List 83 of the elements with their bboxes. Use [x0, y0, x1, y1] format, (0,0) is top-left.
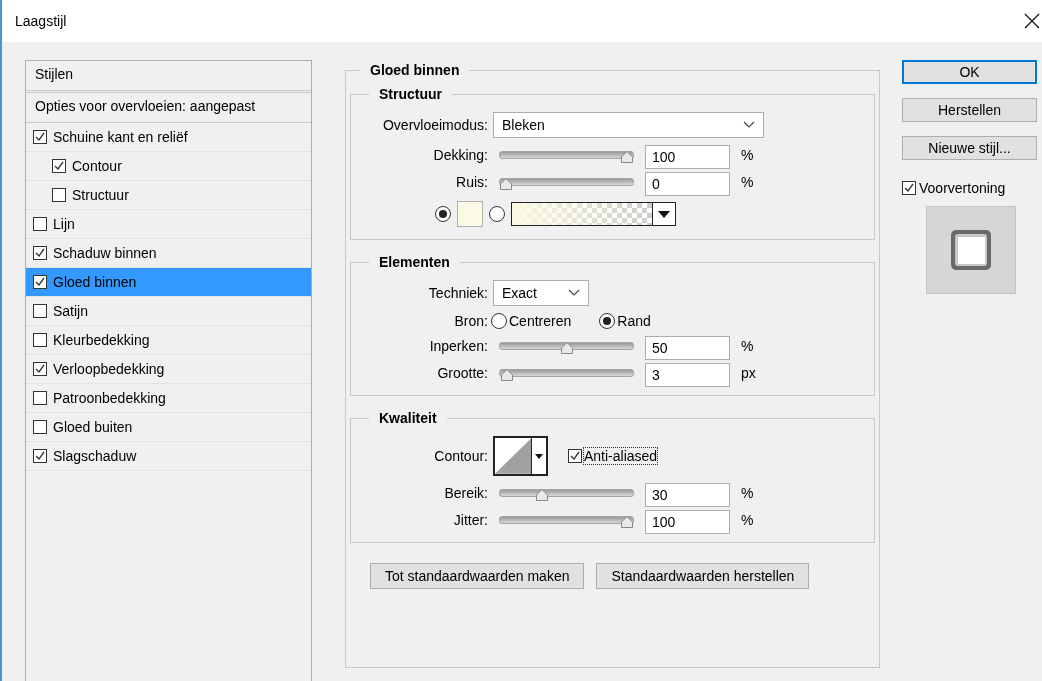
radio-label[interactable]: Centreren: [509, 313, 572, 329]
dialog-button[interactable]: Nieuwe stijl...: [902, 136, 1037, 160]
dialog-button[interactable]: OK: [902, 60, 1037, 84]
slider-thumb[interactable]: [621, 151, 633, 163]
field-label: Inperken:: [429, 338, 488, 354]
checkbox[interactable]: [33, 130, 47, 144]
number-field[interactable]: 0: [645, 172, 730, 196]
radio-button[interactable]: [489, 206, 505, 222]
radio-button[interactable]: [435, 206, 451, 222]
checkbox[interactable]: [568, 449, 582, 463]
caret-icon: [658, 210, 670, 218]
slider-thumb[interactable]: [621, 516, 633, 528]
unit-label: %: [741, 512, 755, 528]
slider-thumb[interactable]: [536, 489, 549, 501]
checkbox[interactable]: [902, 181, 916, 195]
style-item[interactable]: Gloed buiten: [26, 413, 311, 442]
checkbox[interactable]: [33, 362, 47, 376]
checkbox[interactable]: [33, 333, 47, 347]
radio-label[interactable]: Rand: [617, 313, 651, 329]
style-item[interactable]: Gloed binnen: [26, 268, 311, 297]
style-item[interactable]: Verloopbedekking: [26, 355, 311, 384]
field-label: Overvloeimodus:: [382, 117, 488, 133]
field-label: Techniek:: [428, 285, 488, 301]
checkbox[interactable]: [33, 217, 47, 231]
checkbox[interactable]: [33, 304, 47, 318]
checkbox-label[interactable]: Anti-aliased: [584, 448, 658, 464]
close-icon[interactable]: [1024, 13, 1040, 29]
number-field[interactable]: 50: [645, 336, 730, 360]
field-label: Grootte:: [437, 365, 488, 381]
gradient-picker[interactable]: [511, 202, 676, 226]
unit-label: %: [741, 147, 755, 163]
dialog-button[interactable]: Herstellen: [902, 98, 1037, 122]
checkbox[interactable]: [33, 391, 47, 405]
field-label: Dekking:: [433, 147, 488, 163]
section-title: Elementen: [378, 254, 451, 270]
dropdown[interactable]: Bleken: [493, 112, 764, 138]
window-title: Laagstijl: [15, 13, 67, 29]
field-label: Bron:: [454, 313, 488, 329]
field-label: Ruis:: [456, 174, 488, 190]
style-item[interactable]: Kleurbedekking: [26, 326, 311, 355]
number-field[interactable]: 100: [645, 510, 730, 534]
color-swatch[interactable]: [457, 201, 483, 227]
style-item[interactable]: Slagschaduw: [26, 442, 311, 471]
slider-thumb[interactable]: [500, 178, 512, 190]
slider-thumb[interactable]: [560, 342, 573, 354]
unit-label: %: [741, 174, 755, 190]
unit-label: %: [741, 485, 755, 501]
caret-icon: [535, 453, 544, 459]
style-item[interactable]: Lijn: [26, 210, 311, 239]
style-item[interactable]: Contour: [26, 152, 311, 181]
checkbox[interactable]: [33, 449, 47, 463]
checkbox[interactable]: [33, 246, 47, 260]
blending-options-item[interactable]: Opties voor overvloeien: aangepast: [26, 93, 311, 123]
style-item[interactable]: Patroonbedekking: [26, 384, 311, 413]
list-header: Stijlen: [26, 61, 311, 93]
number-field[interactable]: 100: [645, 145, 730, 169]
chevron-down-icon: [743, 121, 755, 129]
group-title: Gloed binnen: [369, 62, 461, 78]
section-title: Kwaliteit: [378, 410, 438, 426]
checkbox-label[interactable]: Voorvertoning: [919, 180, 1006, 196]
unit-label: %: [741, 338, 755, 354]
unit-label: px: [741, 365, 757, 381]
dropdown[interactable]: Exact: [493, 280, 589, 306]
radio-button[interactable]: [491, 313, 507, 329]
checkbox[interactable]: [52, 188, 66, 202]
defaults-button[interactable]: Tot standaardwaarden maken: [370, 563, 585, 589]
section-title: Structuur: [378, 86, 443, 102]
radio-button[interactable]: [599, 313, 616, 329]
number-field[interactable]: 30: [645, 483, 730, 507]
style-item[interactable]: Satijn: [26, 297, 311, 326]
contour-picker[interactable]: [493, 436, 548, 476]
style-item[interactable]: Structuur: [26, 181, 311, 210]
field-label: Jitter:: [453, 512, 488, 528]
style-item[interactable]: Schuine kant en reliëf: [26, 123, 311, 152]
checkbox[interactable]: [33, 275, 47, 289]
slider-thumb[interactable]: [501, 369, 514, 381]
field-label: Contour:: [434, 448, 488, 464]
number-field[interactable]: 3: [645, 363, 730, 387]
checkbox[interactable]: [52, 159, 66, 173]
checkbox[interactable]: [33, 420, 47, 434]
defaults-button[interactable]: Standaardwaarden herstellen: [596, 563, 810, 589]
field-label: Bereik:: [444, 485, 488, 501]
chevron-down-icon: [568, 289, 580, 297]
